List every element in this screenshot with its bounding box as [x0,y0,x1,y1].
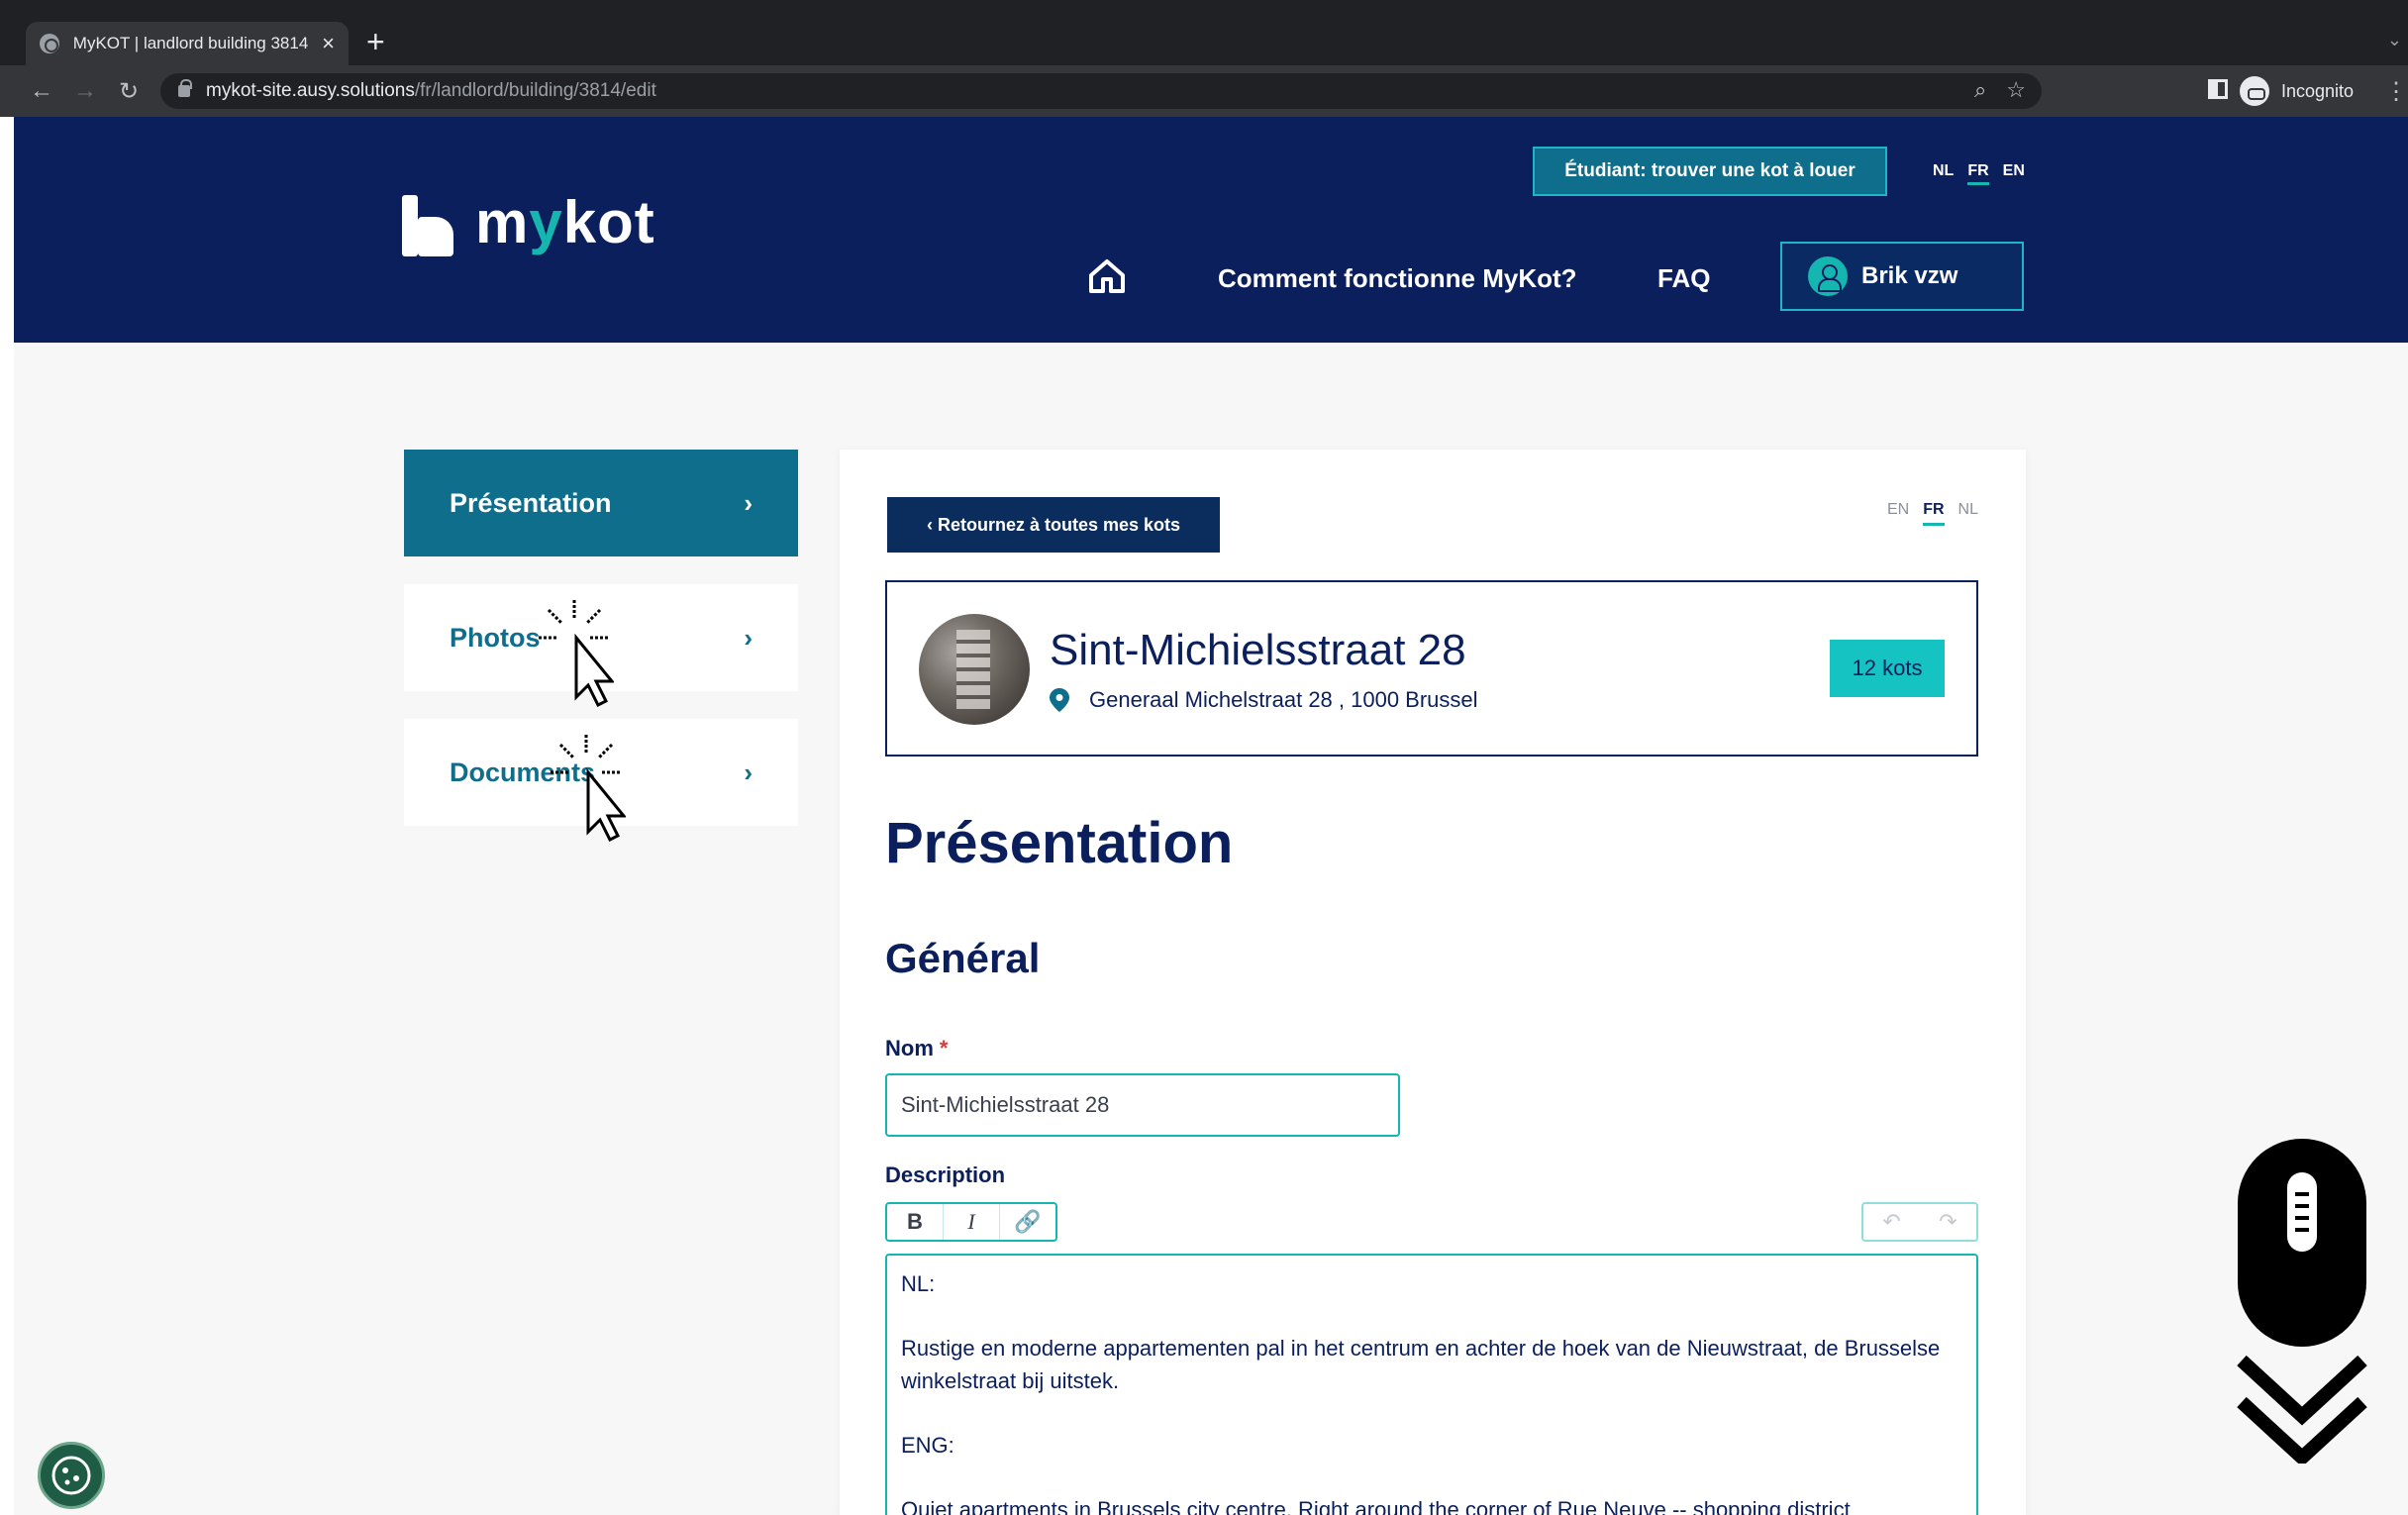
building-address: Generaal Michelstraat 28 , 1000 Brussel [1050,687,1478,713]
section-title: Général [885,935,1041,981]
back-to-kots-button[interactable]: ‹ Retournez à toutes mes kots [887,497,1220,553]
screen: MyKOT | landlord building 3814 × + ⌄ ← →… [0,0,2408,1515]
description-line: ENG: [901,1433,954,1458]
description-line: Quiet apartments in Brussels city centre… [901,1497,1851,1515]
edit-card: ‹ Retournez à toutes mes kots EN FR NL S… [840,450,2026,1515]
user-icon [1808,256,1848,296]
map-pin-icon [1050,688,1069,712]
new-tab-button[interactable]: + [366,26,385,57]
side-panel-icon[interactable] [2208,79,2228,99]
italic-button[interactable]: I [944,1204,1000,1240]
content-lang-fr[interactable]: FR [1923,501,1945,526]
lang-nl[interactable]: NL [1933,162,1954,185]
description-editor[interactable]: NL: Rustige en moderne appartementen pal… [885,1254,1978,1515]
url-host: mykot-site.ausy.solutions [206,80,415,101]
browser-tab-bar: MyKOT | landlord building 3814 × + ⌄ [0,0,2408,65]
chevron-right-icon: › [744,757,752,787]
cursor-click-icon [539,600,614,707]
description-line: Rustige en moderne appartementen pal in … [901,1336,1941,1393]
nav-how-it-works[interactable]: Comment fonctionne MyKot? [1218,263,1577,294]
content-lang-nl[interactable]: NL [1958,501,1978,526]
nav-faq[interactable]: FAQ [1657,263,1710,294]
redo-icon[interactable]: ↷ [1920,1204,1976,1240]
lock-icon [178,79,192,97]
find-kot-button[interactable]: Étudiant: trouver une kot à louer [1533,147,1887,196]
building-address-text: Generaal Michelstraat 28 , 1000 Brussel [1089,687,1478,712]
tab-search-chevron-icon[interactable]: ⌄ [2387,30,2402,50]
building-name: Sint-Michielsstraat 28 [1050,626,1466,674]
scroll-down-hint-icon [2237,1139,2367,1464]
page-title: Présentation [885,811,1234,875]
undo-icon[interactable]: ↶ [1863,1204,1920,1240]
cookie-settings-icon[interactable] [38,1442,105,1509]
language-switcher-content: EN FR NL [1887,501,1978,526]
format-toolbar: B I 🔗 [885,1202,1057,1242]
account-name: Brik vzw [1861,262,1958,289]
account-button[interactable]: Brik vzw [1780,242,2024,311]
address-bar[interactable]: mykot-site.ausy.solutions /fr/landlord/b… [160,73,2042,109]
description-label: Description [885,1162,1006,1187]
reload-icon[interactable]: ↻ [107,77,150,106]
page-body: Présentation › Photos › Documents › ‹ Re… [14,343,2408,1515]
forward-arrow-icon[interactable]: → [63,77,107,106]
lang-fr[interactable]: FR [1967,162,1989,185]
chevron-right-icon: › [744,487,752,518]
mykot-logo[interactable]: mykot [402,188,655,256]
building-summary: Sint-Michielsstraat 28 Generaal Michelst… [885,580,1978,757]
incognito-icon [2240,76,2269,106]
kots-count-badge: 12 kots [1830,640,1945,697]
history-toolbar: ↶ ↷ [1861,1202,1978,1242]
zoom-icon[interactable]: ⌕ [1974,77,1986,103]
site-header: mykot Étudiant: trouver une kot à louer … [14,117,2408,343]
language-switcher-header: NL FR EN [1933,162,2025,185]
incognito-label: Incognito [2281,80,2355,101]
tab-title: MyKOT | landlord building 3814 [72,34,309,52]
cursor-click-icon [551,735,626,842]
lang-en[interactable]: EN [2003,162,2025,185]
content-lang-en[interactable]: EN [1887,501,1909,526]
home-icon[interactable] [1087,257,1127,295]
required-marker: * [939,1036,949,1060]
browser-tab[interactable]: MyKOT | landlord building 3814 × [26,22,349,65]
tab-close-icon[interactable]: × [322,31,335,56]
bold-button[interactable]: B [887,1204,944,1240]
description-line: NL: [901,1271,936,1296]
chevron-right-icon: › [744,622,752,653]
name-field[interactable] [885,1073,1400,1137]
browser-menu-icon[interactable]: ⋮ [2384,77,2408,106]
bookmark-star-icon[interactable]: ☆ [2006,77,2026,103]
sidebar-item-presentation[interactable]: Présentation › [404,450,798,556]
back-arrow-icon[interactable]: ← [20,77,63,106]
k-logo-icon [402,195,457,256]
globe-icon [40,34,59,53]
url-path: /fr/landlord/building/3814/edit [414,80,656,101]
link-icon[interactable]: 🔗 [1000,1204,1055,1240]
browser-toolbar: ← → ↻ mykot-site.ausy.solutions /fr/land… [0,65,2408,117]
incognito-indicator[interactable]: Incognito [2240,73,2354,109]
building-photo [919,614,1030,725]
name-label: Nom * [885,1036,949,1060]
